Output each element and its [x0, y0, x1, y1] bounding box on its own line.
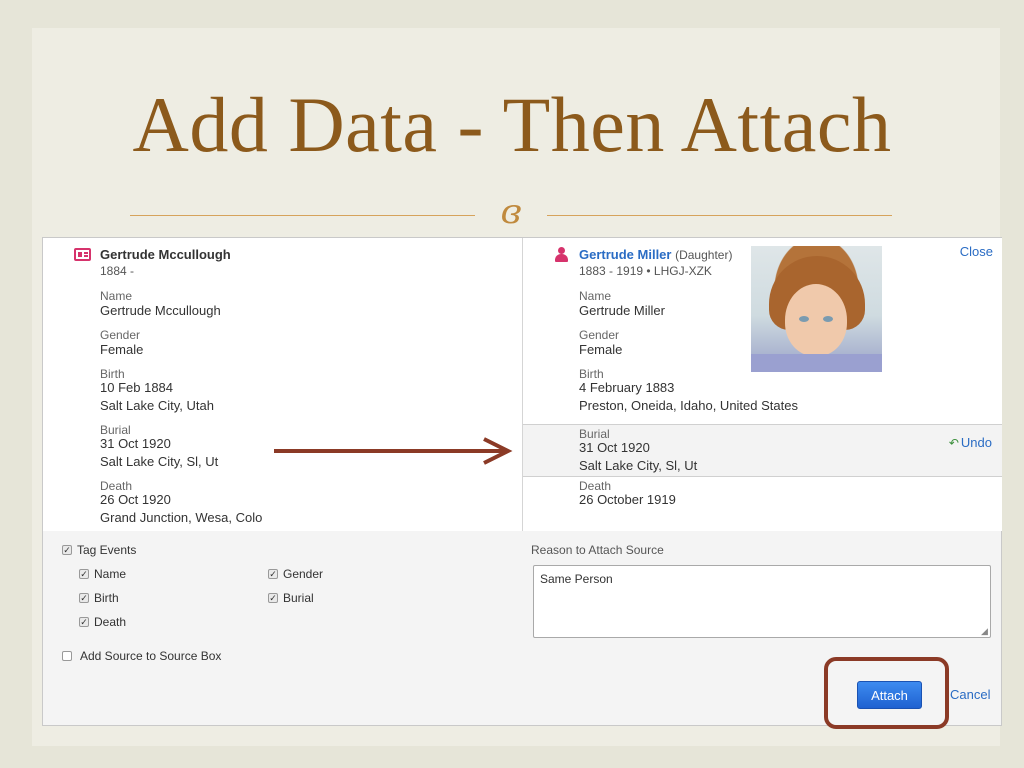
source-field-value-birth-date: 10 Feb 1884 — [100, 380, 174, 395]
source-field-label-death: Death — [100, 479, 133, 493]
tag-birth-label: Birth — [94, 591, 119, 605]
source-record-column: Gertrude Mccullough 1884 - Name Gertrude… — [43, 238, 523, 531]
source-field-label-gender: Gender — [100, 328, 141, 342]
tree-field-label-burial: Burial — [579, 427, 610, 441]
person-portrait — [751, 246, 882, 372]
attach-highlight-box — [824, 657, 949, 729]
portrait-eye-left — [799, 316, 809, 322]
cancel-link[interactable]: Cancel — [950, 687, 990, 702]
tag-burial-label: Burial — [283, 591, 314, 605]
portrait-shirt — [751, 354, 882, 372]
source-person-lifespan: 1884 - — [100, 264, 135, 278]
textarea-resize-grip-icon[interactable]: ◢ — [981, 627, 990, 636]
tree-field-value-burial-date: 31 Oct 1920 — [579, 440, 650, 455]
tag-name-checkbox[interactable]: ✓ — [79, 569, 89, 579]
source-field-label-burial: Burial — [100, 423, 131, 437]
tag-events-label: Tag Events — [77, 543, 137, 557]
female-person-icon — [555, 247, 569, 263]
close-link[interactable]: Close — [960, 244, 993, 259]
source-field-label-name: Name — [100, 289, 133, 303]
reason-textarea[interactable]: Same Person — [533, 565, 991, 638]
tree-field-value-birth-place: Preston, Oneida, Idaho, United States — [579, 398, 798, 413]
burial-added-row: Burial 31 Oct 1920 Salt Lake City, Sl, U… — [523, 424, 1002, 477]
source-field-value-death-place: Grand Junction, Wesa, Colo — [100, 510, 263, 525]
source-field-label-birth: Birth — [100, 367, 125, 381]
source-field-value-burial-date: 31 Oct 1920 — [100, 436, 171, 451]
source-person-name: Gertrude Mccullough — [100, 247, 231, 262]
tag-death-label: Death — [94, 615, 127, 629]
undo-icon: ↶ — [948, 436, 959, 450]
tag-events-checkbox[interactable]: ✓ — [62, 545, 72, 555]
add-source-label: Add Source to Source Box — [80, 649, 222, 663]
tree-field-value-birth-date: 4 February 1883 — [579, 380, 675, 395]
source-field-value-name: Gertrude Mccullough — [100, 303, 221, 318]
tree-field-value-death-date: 26 October 1919 — [579, 492, 676, 507]
title-divider: ɞ — [130, 192, 892, 232]
attach-source-panel: Gertrude Mccullough 1884 - Name Gertrude… — [42, 237, 1002, 726]
tree-person-name-line: Gertrude Miller (Daughter) — [579, 247, 732, 262]
tree-field-value-gender: Female — [579, 342, 623, 357]
divider-ornament-icon: ɞ — [500, 192, 522, 232]
slide-title: Add Data - Then Attach — [132, 81, 892, 168]
female-person-icon-body — [555, 254, 568, 262]
tree-person-relationship: (Daughter) — [675, 248, 733, 262]
tree-field-value-name: Gertrude Miller — [579, 303, 665, 318]
add-source-checkbox[interactable] — [62, 651, 72, 661]
tag-death-checkbox[interactable]: ✓ — [79, 617, 89, 627]
reason-label: Reason to Attach Source — [531, 543, 664, 557]
tag-gender-label: Gender — [283, 567, 324, 581]
tag-name-label: Name — [94, 567, 127, 581]
undo-label: Undo — [960, 435, 992, 450]
source-field-value-death-date: 26 Oct 1920 — [100, 492, 171, 507]
tag-gender-checkbox[interactable]: ✓ — [268, 569, 278, 579]
undo-link[interactable]: ↶ Undo — [949, 435, 992, 450]
annotation-arrow-icon — [274, 437, 513, 465]
tree-field-value-burial-place: Salt Lake City, Sl, Ut — [579, 458, 698, 473]
divider-line-right — [547, 215, 892, 216]
tree-person-name[interactable]: Gertrude Miller — [579, 247, 671, 262]
portrait-eye-right — [823, 316, 833, 322]
record-card-icon — [74, 248, 91, 261]
female-person-icon-head — [558, 247, 565, 254]
source-field-value-birth-place: Salt Lake City, Utah — [100, 398, 214, 413]
source-field-value-gender: Female — [100, 342, 144, 357]
tree-field-label-birth: Birth — [579, 367, 604, 381]
divider-line-left — [130, 215, 475, 216]
tree-field-label-name: Name — [579, 289, 612, 303]
tree-field-label-death: Death — [579, 479, 612, 493]
source-field-value-burial-place: Salt Lake City, Sl, Ut — [100, 454, 219, 469]
portrait-face — [785, 284, 847, 356]
tree-field-label-gender: Gender — [579, 328, 620, 342]
tree-person-lifespan: 1883 - 1919 • LHGJ-XZK — [579, 264, 712, 278]
tag-birth-checkbox[interactable]: ✓ — [79, 593, 89, 603]
tag-burial-checkbox[interactable]: ✓ — [268, 593, 278, 603]
